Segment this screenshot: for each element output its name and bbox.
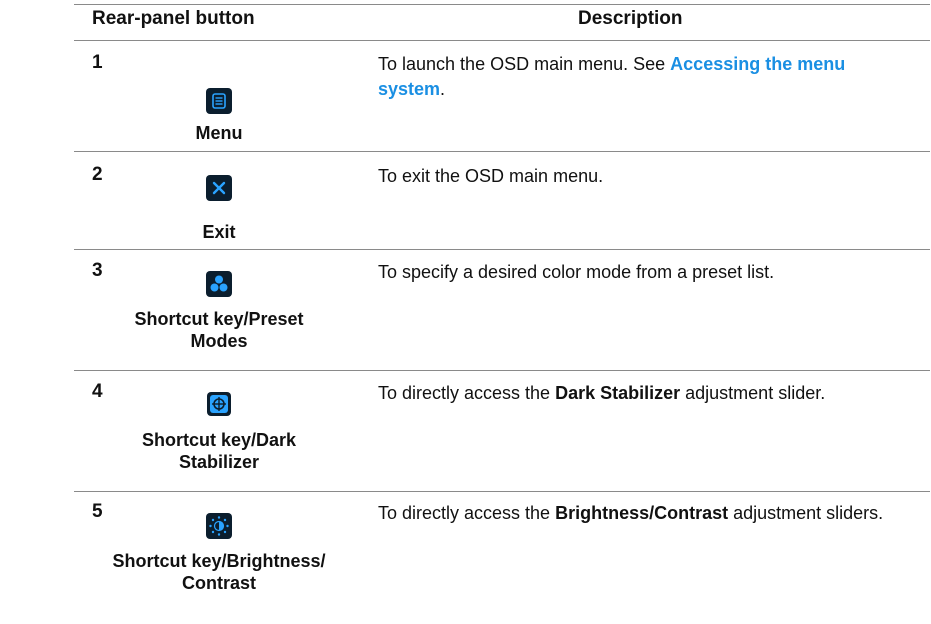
row-number: 1 xyxy=(92,52,103,73)
description-text-end: adjustment sliders. xyxy=(728,503,884,523)
button-label: Menu xyxy=(195,123,243,143)
row-divider xyxy=(74,151,930,152)
row-number: 2 xyxy=(92,164,103,185)
button-label-line: Stabilizer xyxy=(178,452,260,472)
description-text: To directly access the xyxy=(378,503,556,523)
menu-icon xyxy=(206,88,232,114)
column-header-description: Description xyxy=(578,8,683,29)
brightness-contrast-icon xyxy=(206,513,232,539)
description-text-end: . xyxy=(440,79,446,99)
button-label: Shortcut key/Brightness/ Contrast xyxy=(74,550,364,594)
row-divider xyxy=(74,249,930,250)
row-divider xyxy=(74,370,930,371)
button-label: Exit xyxy=(202,222,236,242)
button-label: Shortcut key/Dark Stabilizer xyxy=(74,429,364,473)
row-number: 5 xyxy=(92,501,103,522)
row-number: 3 xyxy=(92,260,103,281)
header-rule xyxy=(74,40,930,41)
button-label: Shortcut key/Preset Modes xyxy=(74,308,364,352)
description-bold-term: Dark Stabilizer xyxy=(555,383,681,403)
description-bold-term: Brightness/Contrast xyxy=(555,503,729,523)
row-description: To exit the OSD main menu. xyxy=(378,166,604,186)
row-description: To directly access the Brightness/Contra… xyxy=(378,501,910,526)
close-icon xyxy=(206,175,232,201)
row-description: To directly access the Dark Stabilizer a… xyxy=(378,381,910,406)
preset-modes-icon xyxy=(206,271,232,297)
button-label-line: Shortcut key/Brightness/ xyxy=(112,551,326,571)
button-label-line: Shortcut key/Preset xyxy=(134,309,304,329)
column-header-button: Rear-panel button xyxy=(92,8,255,29)
row-description: To specify a desired color mode from a p… xyxy=(378,262,775,282)
row-divider xyxy=(74,491,930,492)
dark-stabilizer-icon xyxy=(207,392,231,416)
button-label-line: Modes xyxy=(190,331,248,351)
description-text-end: adjustment slider. xyxy=(680,383,826,403)
button-label-line: Shortcut key/Dark xyxy=(141,430,297,450)
table-top-rule xyxy=(74,4,930,5)
description-text: To directly access the xyxy=(378,383,556,403)
button-label-line: Contrast xyxy=(181,573,256,593)
description-text: To launch the OSD main menu. See xyxy=(378,54,671,74)
row-number: 4 xyxy=(92,381,103,402)
row-description: To launch the OSD main menu. See Accessi… xyxy=(378,52,910,102)
